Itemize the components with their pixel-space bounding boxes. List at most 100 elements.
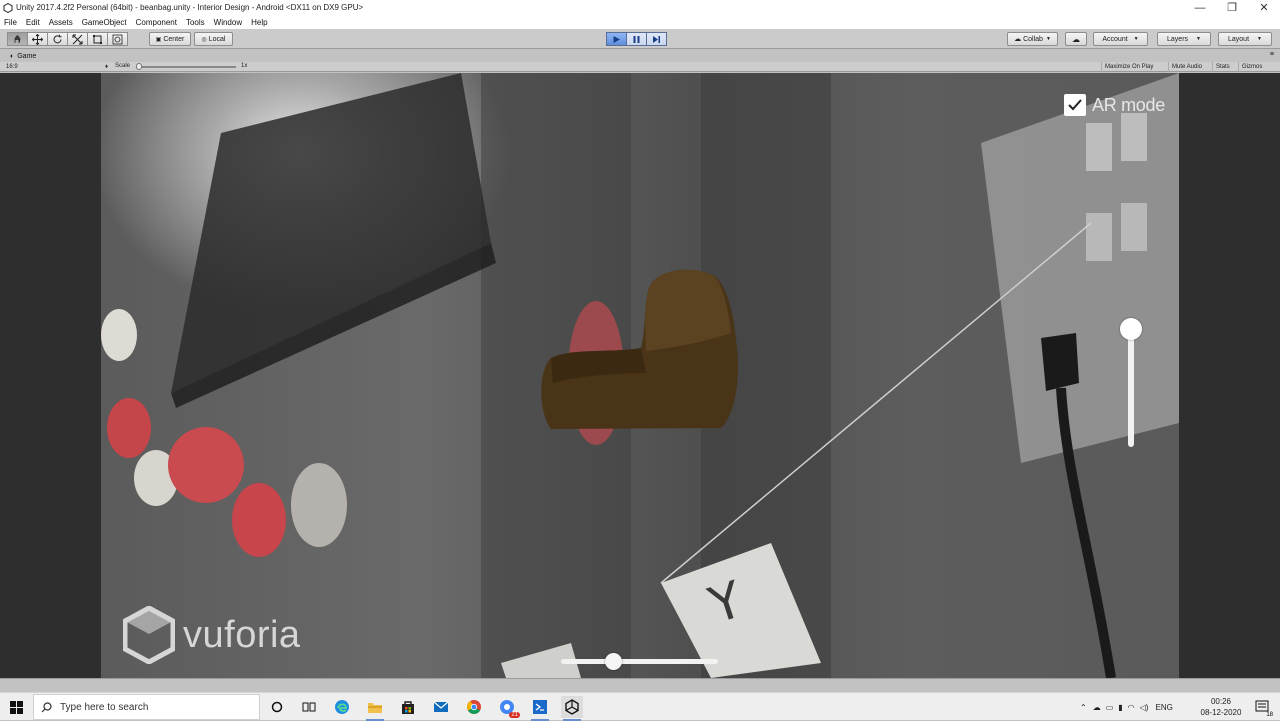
aspect-value: 16:9 [6,64,18,70]
pivot-mode-button[interactable]: ▣ Center [149,32,191,46]
mail-badge: 21 [509,712,520,718]
task-view-icon [302,702,316,712]
mute-audio-toggle[interactable]: Mute Audio [1168,62,1205,72]
menu-window[interactable]: Window [214,18,242,27]
scale-slider-track[interactable] [138,66,236,68]
transform-tool-button[interactable] [107,32,128,46]
layout-dropdown[interactable]: Layout ▼ [1218,32,1272,46]
vertical-slider-track[interactable] [1128,329,1134,447]
wifi-icon[interactable]: ◠ [1128,703,1135,712]
search-placeholder: Type here to search [60,701,149,713]
pause-button[interactable] [626,32,647,46]
globe-icon: ◎ [201,36,207,43]
edge-browser-button[interactable] [331,696,353,718]
chrome-button[interactable] [463,696,485,718]
store-button[interactable] [397,696,419,718]
task-view-button[interactable] [298,696,320,718]
ar-camera-viewport[interactable]: Y vuforia AR mode [101,73,1179,678]
pivot-label: Center [163,35,185,43]
horizontal-slider-track[interactable] [561,659,718,664]
close-button[interactable]: ✕ [1248,0,1280,15]
move-tool-button[interactable] [27,32,48,46]
move-icon [32,33,43,45]
balloon-white-1 [101,309,137,361]
minimize-button[interactable]: — [1184,0,1216,15]
balloon-red-1 [107,398,151,458]
chevron-down-icon: ▼ [1045,36,1051,42]
chrome-profile-button[interactable]: 21 [496,696,520,718]
maximize-button[interactable]: ❐ [1216,0,1248,15]
hand-tool-button[interactable] [7,32,28,46]
menu-edit[interactable]: Edit [26,18,40,27]
aspect-ratio-dropdown[interactable]: 16:9 ♦ [6,63,110,71]
cortana-button[interactable] [266,696,288,718]
ar-mode-label: AR mode [1092,94,1165,115]
unity-taskbar-button[interactable] [561,696,583,721]
panel-menu-icon[interactable]: ≡ [1270,51,1274,58]
pivot-icon: ▣ [155,36,162,43]
rect-tool-button[interactable] [87,32,108,46]
ar-mode-toggle[interactable]: AR mode [1064,94,1165,116]
layers-label: Layers [1167,35,1189,43]
menu-tools[interactable]: Tools [186,18,205,27]
window-title: Unity 2017.4.2f2 Personal (64bit) - bean… [16,3,364,12]
tab-game[interactable]: ◐ Game [4,51,42,62]
onedrive-icon[interactable]: ☁ [1093,703,1101,712]
step-button[interactable] [646,32,667,46]
cloud-upload-icon: ☁ [1014,36,1022,43]
chevron-down-icon: ♦ [104,64,108,70]
rotate-tool-button[interactable] [47,32,68,46]
volume-icon[interactable]: ◁) [1140,703,1149,712]
taskbar-clock[interactable]: 00:26 08-12-2020 [1196,696,1246,718]
layers-dropdown[interactable]: Layers ▼ [1157,32,1211,46]
menu-component[interactable]: Component [136,18,177,27]
menu-help[interactable]: Help [251,18,267,27]
pivot-space-button[interactable]: ◎ Local [194,32,233,46]
account-label: Account [1102,35,1128,43]
tv-screen [171,73,491,393]
cortana-icon [271,701,283,713]
ar-mode-checkbox[interactable] [1064,94,1086,116]
game-tab-bar: ◐ Game ≡ [0,50,1280,62]
gizmos-dropdown[interactable]: Gizmos [1238,62,1265,72]
chevron-up-icon[interactable]: ⌃ [1080,703,1087,712]
menu-gameobject[interactable]: GameObject [82,18,127,27]
chevron-down-icon: ▼ [1196,36,1201,42]
scale-value: 1x [241,63,248,69]
horizontal-slider-knob[interactable] [605,653,622,670]
battery-icon[interactable]: ▮ [1118,703,1122,712]
menu-assets[interactable]: Assets [49,18,73,27]
action-center-button[interactable]: 18 [1251,696,1273,718]
main-toolbar: ▣ Center ◎ Local ☁ Collab ▼ ☁ Account ▼ Layer… [0,29,1280,49]
collab-label: Collab [1023,35,1043,43]
visual-studio-icon [533,700,547,714]
clock-time: 00:26 [1210,697,1232,706]
taskbar-search-box[interactable]: Type here to search [33,694,260,720]
account-dropdown[interactable]: Account ▼ [1093,32,1148,46]
vertical-slider-knob[interactable] [1120,318,1142,340]
visual-studio-button[interactable] [529,696,551,721]
windows-taskbar: Type here to search 21 ⌃ ☁ ▭ ▮ ◠ ◁) ENG … [0,692,1280,721]
scale-slider-knob[interactable] [136,63,142,70]
menu-file[interactable]: File [4,18,17,27]
usb-icon[interactable]: ▭ [1106,703,1114,712]
layout-label: Layout [1228,35,1250,43]
switchboard-plate [981,73,1179,463]
play-button[interactable] [606,32,627,46]
scale-tool-button[interactable] [67,32,88,46]
file-explorer-button[interactable] [364,696,386,721]
rect-icon [93,34,102,44]
language-indicator[interactable]: ENG [1155,703,1172,712]
search-icon [41,701,52,712]
cloud-services-button[interactable]: ☁ [1065,32,1087,46]
rotate-icon [53,34,62,43]
maximize-on-play-toggle[interactable]: Maximize On Play [1101,62,1156,72]
stats-toggle[interactable]: Stats [1212,62,1233,72]
unity-icon [565,699,579,715]
switch-1 [1086,123,1112,171]
collab-button[interactable]: ☁ Collab ▼ [1007,32,1058,46]
mail-button[interactable] [430,696,452,718]
start-button[interactable] [0,693,32,721]
switch-2 [1121,113,1147,161]
camera-feed-background: Y [101,73,1179,678]
